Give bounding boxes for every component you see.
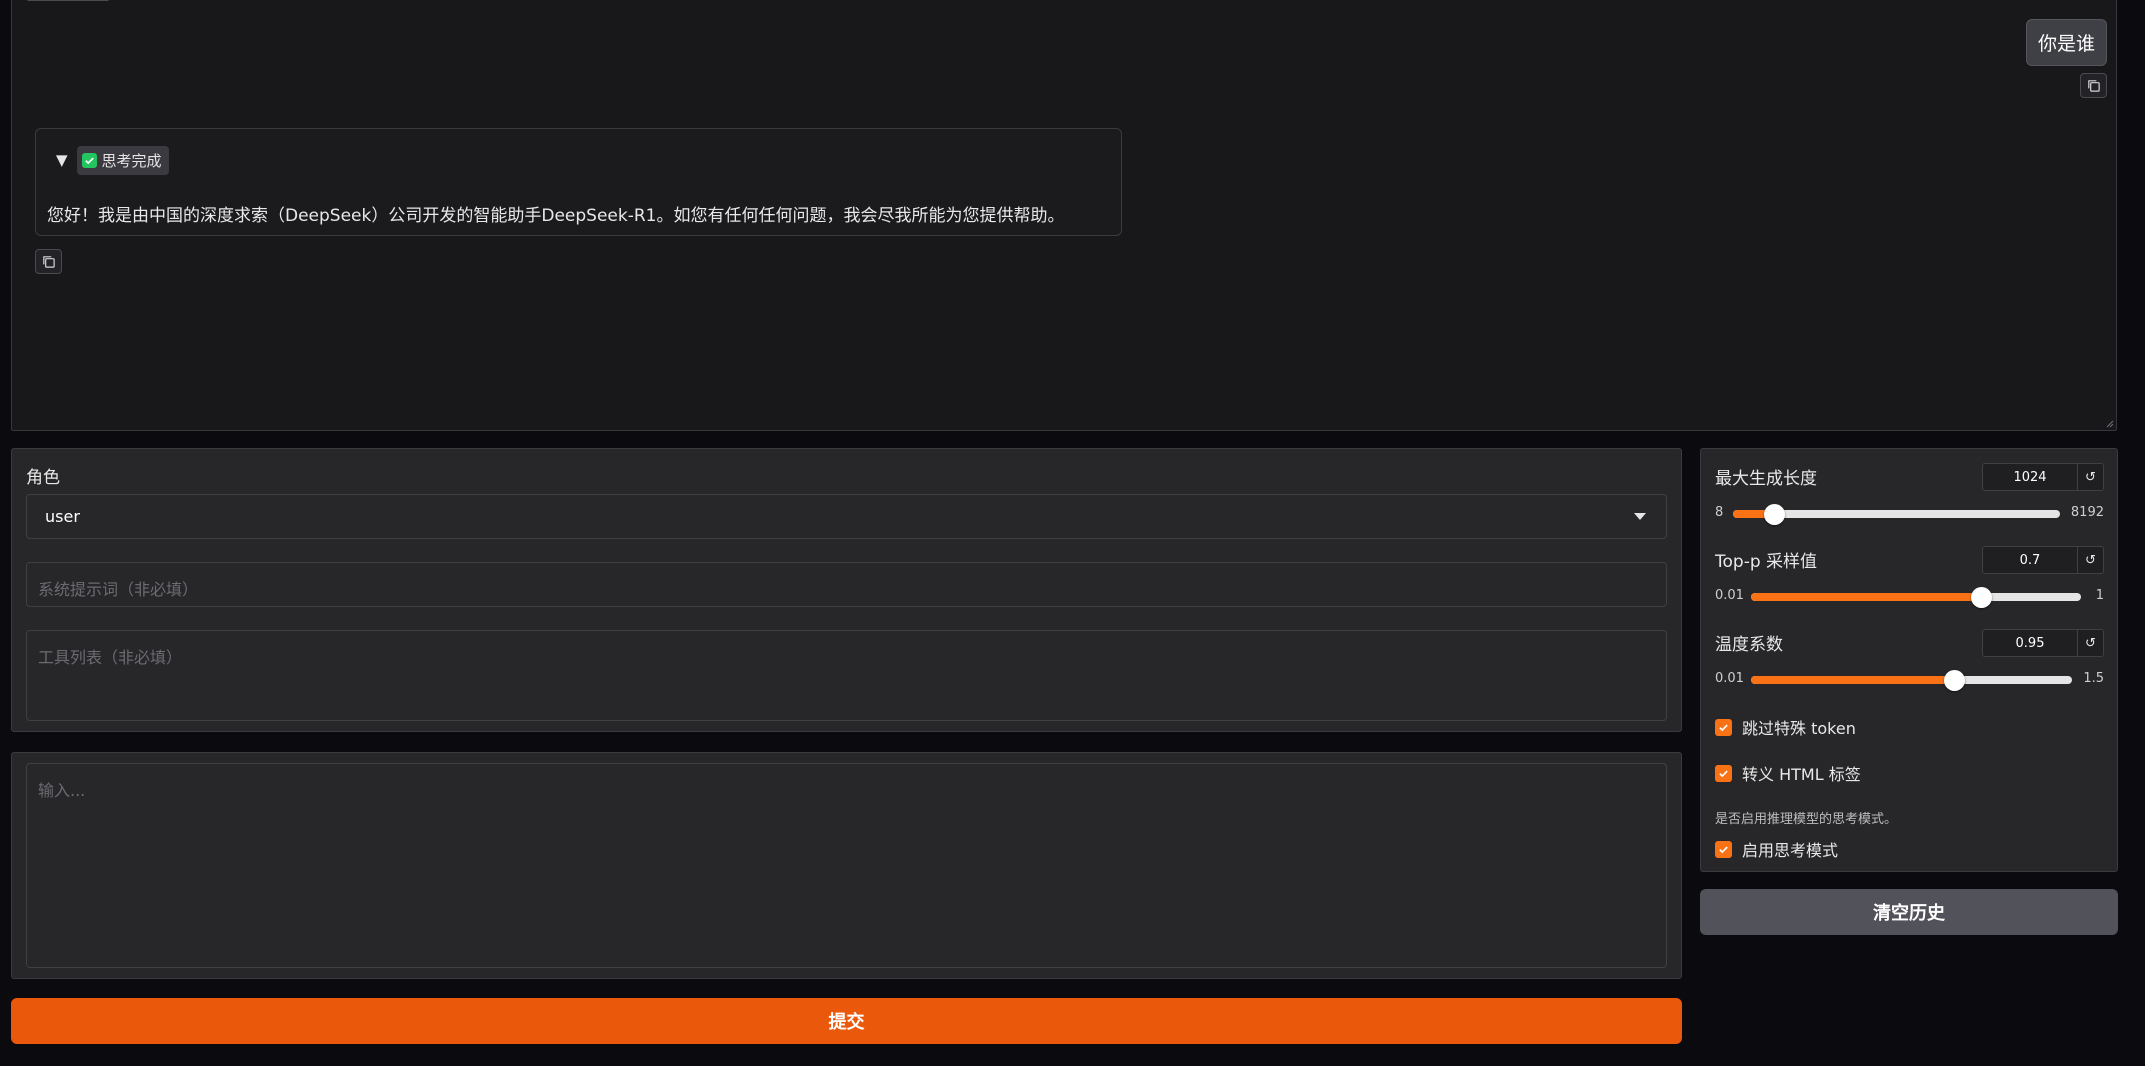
chatbot-tab-edge — [26, 0, 110, 1]
temperature-max: 1.5 — [2083, 671, 2104, 686]
submit-button[interactable]: 提交 — [11, 998, 1682, 1044]
temperature-input[interactable] — [1983, 630, 2077, 656]
enable-thinking-label: 启用思考模式 — [1742, 841, 1839, 860]
temperature-setting: 温度系数 ↺ 0.01 1.5 — [1715, 615, 2104, 691]
role-label: 角色 — [26, 468, 60, 488]
checkbox-checked-icon[interactable] — [1715, 764, 1732, 782]
top-p-label: Top-p 采样值 — [1715, 552, 1818, 572]
top-p-max: 1 — [2095, 588, 2104, 603]
chatbot-panel: 你是谁 ▼ 思考完成 您好！我是由中国的深度求索（DeepSeek）公司开发的智… — [11, 0, 2117, 431]
max-length-number-box: ↺ — [1982, 463, 2104, 491]
thinking-toggle[interactable]: ▼ 思考完成 — [56, 146, 169, 175]
app-root: 你是谁 ▼ 思考完成 您好！我是由中国的深度求索（DeepSeek）公司开发的智… — [0, 0, 2145, 1066]
temperature-slider[interactable] — [1751, 670, 2072, 691]
copy-user-message-button[interactable] — [2080, 73, 2107, 98]
slider-fill — [1751, 676, 1954, 684]
copy-icon — [43, 256, 55, 268]
top-p-slider[interactable] — [1751, 587, 2081, 608]
max-length-label: 最大生成长度 — [1715, 469, 1817, 489]
checkbox-checked-icon[interactable] — [1715, 718, 1732, 736]
thinking-status-badge: 思考完成 — [76, 146, 169, 175]
generation-settings-panel: 最大生成长度 ↺ 8 8192 Top-p 采样值 ↺ 0.01 — [1700, 448, 2118, 872]
enable-thinking-checkbox[interactable]: 启用思考模式 — [1715, 837, 1838, 861]
tools-list-input[interactable]: 工具列表（非必填） — [26, 630, 1667, 721]
slider-thumb[interactable] — [1971, 587, 1992, 608]
skip-special-tokens-label: 跳过特殊 token — [1742, 719, 1856, 738]
check-box-icon — [81, 153, 97, 168]
copy-assistant-message-button[interactable] — [35, 249, 62, 274]
reset-icon[interactable]: ↺ — [2077, 547, 2103, 573]
clear-history-button[interactable]: 清空历史 — [1700, 889, 2118, 935]
max-length-min: 8 — [1715, 505, 1724, 520]
caret-down-icon — [1634, 513, 1646, 520]
assistant-message-bubble: ▼ 思考完成 您好！我是由中国的深度求索（DeepSeek）公司开发的智能助手D… — [35, 128, 1122, 236]
slider-thumb[interactable] — [1763, 504, 1785, 525]
max-length-input[interactable] — [1983, 464, 2077, 490]
top-p-input[interactable] — [1983, 547, 2077, 573]
role-dropdown[interactable]: user — [26, 494, 1667, 539]
escape-html-checkbox[interactable]: 转义 HTML 标签 — [1715, 761, 1861, 785]
message-input-panel: 输入... — [11, 752, 1682, 979]
skip-special-tokens-checkbox[interactable]: 跳过特殊 token — [1715, 715, 1856, 739]
temperature-label: 温度系数 — [1715, 635, 1783, 655]
system-prompt-input[interactable]: 系统提示词（非必填） — [26, 562, 1667, 607]
top-p-min: 0.01 — [1715, 588, 1744, 603]
reset-icon[interactable]: ↺ — [2077, 464, 2103, 490]
reset-icon[interactable]: ↺ — [2077, 630, 2103, 656]
max-length-max: 8192 — [2070, 505, 2104, 520]
copy-icon — [2088, 80, 2100, 92]
thinking-mode-hint: 是否启用推理模型的思考模式。 — [1715, 812, 1898, 827]
checkbox-checked-icon[interactable] — [1715, 840, 1732, 858]
top-p-setting: Top-p 采样值 ↺ 0.01 1 — [1715, 532, 2104, 608]
role-dropdown-value: user — [45, 507, 80, 526]
assistant-message-text: 您好！我是由中国的深度求索（DeepSeek）公司开发的智能助手DeepSeek… — [47, 206, 1065, 226]
user-message-bubble: 你是谁 — [2025, 19, 2107, 66]
thinking-status-label: 思考完成 — [101, 152, 162, 170]
temperature-number-box: ↺ — [1982, 629, 2104, 657]
role-config-panel: 角色 user 系统提示词（非必填） 工具列表（非必填） — [11, 448, 1682, 732]
resize-handle-icon[interactable] — [2104, 418, 2114, 428]
max-length-setting: 最大生成长度 ↺ 8 8192 — [1715, 449, 2104, 525]
top-p-number-box: ↺ — [1982, 546, 2104, 574]
slider-thumb[interactable] — [1943, 670, 1965, 691]
triangle-down-icon[interactable]: ▼ — [56, 153, 68, 168]
message-input[interactable]: 输入... — [26, 763, 1667, 968]
max-length-slider[interactable] — [1733, 504, 2060, 525]
temperature-min: 0.01 — [1715, 671, 1744, 686]
escape-html-label: 转义 HTML 标签 — [1742, 765, 1861, 784]
slider-fill — [1751, 593, 1981, 601]
